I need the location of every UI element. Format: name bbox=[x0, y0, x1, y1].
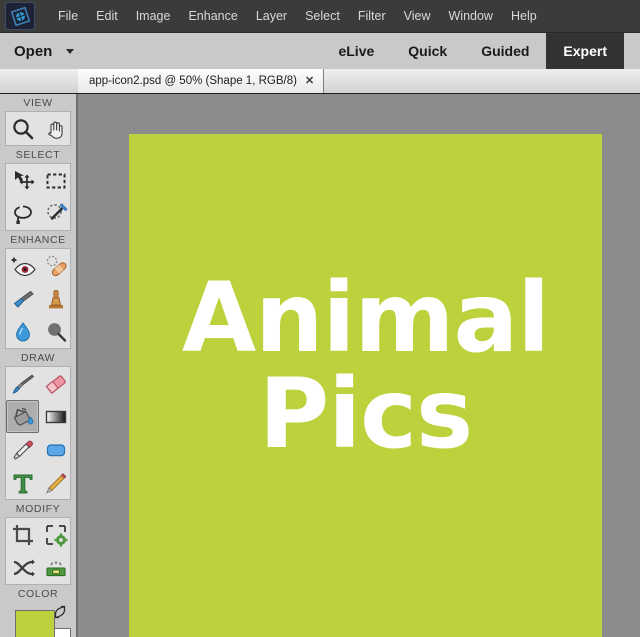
shape-tool[interactable] bbox=[39, 433, 72, 466]
mode-bar-tail bbox=[624, 33, 640, 69]
mode-tabs: eLive Quick Guided Expert bbox=[321, 33, 624, 69]
menu-item-view[interactable]: View bbox=[395, 6, 440, 26]
gradient-tool[interactable] bbox=[39, 400, 72, 433]
tool-section-label-view: VIEW bbox=[23, 97, 53, 109]
photoshop-elements-logo-icon bbox=[5, 2, 35, 30]
brush-tool[interactable] bbox=[6, 367, 39, 400]
blur-tool[interactable] bbox=[6, 315, 39, 348]
document-tab[interactable]: app-icon2.psd @ 50% (Shape 1, RGB/8) ✕ bbox=[78, 69, 325, 93]
cross-arrows-icon bbox=[10, 555, 36, 581]
menu-item-help[interactable]: Help bbox=[502, 6, 546, 26]
mode-tab-quick[interactable]: Quick bbox=[391, 33, 464, 69]
close-icon[interactable]: ✕ bbox=[305, 75, 314, 87]
chevron-down-icon[interactable] bbox=[66, 48, 75, 54]
red-eye-removal-tool[interactable] bbox=[6, 249, 39, 282]
artboard[interactable]: Animal Pics bbox=[129, 134, 602, 637]
gradient-icon bbox=[43, 404, 69, 430]
marquee-tool[interactable] bbox=[39, 164, 72, 197]
tool-group-modify bbox=[5, 517, 71, 585]
menu-item-filter[interactable]: Filter bbox=[349, 6, 395, 26]
clone-stamp-tool[interactable] bbox=[39, 282, 72, 315]
tool-group-draw bbox=[5, 366, 71, 500]
tool-group-select bbox=[5, 163, 71, 231]
document-tab-title: app-icon2.psd @ 50% (Shape 1, RGB/8) bbox=[89, 75, 297, 87]
eyedropper-icon bbox=[10, 437, 36, 463]
smart-brush-tool[interactable] bbox=[6, 282, 39, 315]
open-button-label: Open bbox=[14, 42, 53, 60]
rectangular-marquee-icon bbox=[43, 168, 69, 194]
sponge-tool[interactable] bbox=[39, 315, 72, 348]
pencil-tool[interactable] bbox=[39, 466, 72, 499]
eraser-tool[interactable] bbox=[39, 367, 72, 400]
workspace: VIEW SELECT ENHANCE DRAW MODIFY COLOR Animal P… bbox=[0, 94, 640, 637]
stamp-icon bbox=[43, 286, 69, 312]
color-swatches bbox=[5, 604, 71, 637]
type-tool[interactable] bbox=[6, 466, 39, 499]
canvas-area[interactable]: Animal Pics bbox=[78, 94, 640, 637]
hand-tool[interactable] bbox=[39, 112, 72, 145]
bandage-icon bbox=[43, 253, 69, 279]
menu-item-select[interactable]: Select bbox=[296, 6, 349, 26]
magnifier-icon bbox=[10, 116, 36, 142]
tool-section-label-draw: DRAW bbox=[20, 352, 56, 364]
lasso-tool[interactable] bbox=[6, 197, 39, 230]
artboard-text-line-1: Animal bbox=[181, 262, 550, 374]
straighten-tool[interactable] bbox=[39, 551, 72, 584]
crop-icon bbox=[10, 522, 36, 548]
crop-tool[interactable] bbox=[6, 518, 39, 551]
document-tab-bar: app-icon2.psd @ 50% (Shape 1, RGB/8) ✕ bbox=[0, 69, 640, 94]
menu-items: File Edit Image Enhance Layer Select Filter Vie… bbox=[49, 6, 546, 26]
menu-item-window[interactable]: Window bbox=[440, 6, 502, 26]
recompose-gear-icon bbox=[43, 522, 69, 548]
recompose-tool[interactable] bbox=[39, 518, 72, 551]
zoom-tool[interactable] bbox=[6, 112, 39, 145]
swap-colors-icon[interactable] bbox=[53, 605, 67, 619]
eye-plus-icon bbox=[10, 253, 36, 279]
tool-section-label-select: SELECT bbox=[15, 149, 61, 161]
mode-tab-expert[interactable]: Expert bbox=[546, 33, 624, 69]
smart-brush-icon bbox=[10, 286, 36, 312]
tool-section-label-modify: MODIFY bbox=[15, 503, 61, 515]
tool-section-label-color: COLOR bbox=[17, 588, 59, 600]
water-drop-icon bbox=[10, 319, 36, 345]
move-tool[interactable] bbox=[6, 164, 39, 197]
eraser-icon bbox=[43, 371, 69, 397]
menu-bar: File Edit Image Enhance Layer Select Filter Vie… bbox=[0, 0, 640, 32]
open-button[interactable]: Open bbox=[0, 33, 75, 69]
paintbrush-icon bbox=[10, 371, 36, 397]
artboard-text-line-2: Pics bbox=[258, 358, 473, 471]
spot-healing-brush-tool[interactable] bbox=[39, 249, 72, 282]
quick-selection-tool[interactable] bbox=[39, 197, 72, 230]
mode-tab-elive[interactable]: eLive bbox=[321, 33, 391, 69]
tool-panel: VIEW SELECT ENHANCE DRAW MODIFY COLOR bbox=[0, 94, 78, 637]
tool-section-label-enhance: ENHANCE bbox=[10, 234, 66, 246]
mode-tab-guided[interactable]: Guided bbox=[464, 33, 546, 69]
foreground-color-swatch[interactable] bbox=[15, 610, 55, 637]
menu-item-file[interactable]: File bbox=[49, 6, 87, 26]
tool-group-view bbox=[5, 111, 71, 146]
menu-item-layer[interactable]: Layer bbox=[247, 6, 296, 26]
magic-wand-icon bbox=[43, 201, 69, 227]
type-t-icon bbox=[10, 470, 36, 496]
rounded-rectangle-icon bbox=[43, 437, 69, 463]
paint-bucket-tool[interactable] bbox=[6, 400, 39, 433]
straighten-level-icon bbox=[43, 555, 69, 581]
hand-icon bbox=[43, 116, 69, 142]
menu-item-edit[interactable]: Edit bbox=[87, 6, 127, 26]
menu-item-image[interactable]: Image bbox=[127, 6, 180, 26]
sponge-icon bbox=[43, 319, 69, 345]
tool-group-enhance bbox=[5, 248, 71, 349]
content-aware-move-tool[interactable] bbox=[6, 551, 39, 584]
pencil-icon bbox=[43, 470, 69, 496]
color-picker-tool[interactable] bbox=[6, 433, 39, 466]
mode-bar: Open eLive Quick Guided Expert bbox=[0, 32, 640, 69]
move-arrows-icon bbox=[10, 168, 36, 194]
paint-bucket-icon bbox=[10, 404, 36, 430]
menu-item-enhance[interactable]: Enhance bbox=[179, 6, 246, 26]
lasso-icon bbox=[10, 201, 36, 227]
